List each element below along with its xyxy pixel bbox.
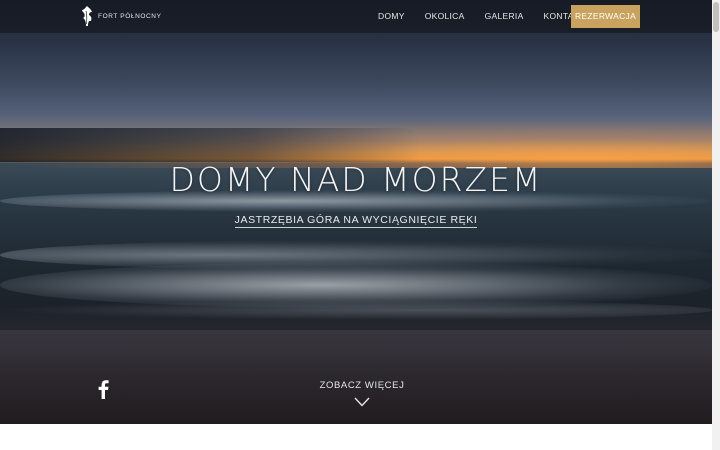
- beach-sand: [0, 330, 712, 424]
- logo-link[interactable]: FORT PÓŁNOCNY: [80, 5, 162, 27]
- logo-mark-icon: [82, 6, 92, 26]
- scrollbar-thumb[interactable]: [713, 2, 719, 32]
- logo-text: FORT PÓŁNOCNY: [98, 12, 162, 20]
- cloud-band: [0, 128, 420, 162]
- facebook-icon[interactable]: [96, 379, 110, 399]
- page: FORT PÓŁNOCNY DOMY OKOLICA GALERIA KONTA…: [0, 0, 720, 450]
- hero-subtitle-wrap: JASTRZĘBIA GÓRA NA WYCIĄGNIĘCIE RĘKI: [0, 208, 712, 228]
- hero-title: DOMY NAD MORZEM: [169, 160, 543, 199]
- scrollbar-track[interactable]: [712, 0, 720, 450]
- nav-item-domy[interactable]: DOMY: [368, 5, 415, 28]
- main-nav: DOMY OKOLICA GALERIA KONTAKT: [368, 5, 595, 28]
- see-more-label: ZOBACZ WIĘCEJ: [319, 380, 405, 391]
- nav-item-galeria[interactable]: GALERIA: [475, 5, 534, 28]
- reservation-button[interactable]: REZERWACJA: [571, 5, 640, 28]
- wave: [0, 300, 712, 320]
- top-navbar: FORT PÓŁNOCNY DOMY OKOLICA GALERIA KONTA…: [0, 0, 712, 33]
- hero-subtitle: JASTRZĘBIA GÓRA NA WYCIĄGNIĘCIE RĘKI: [234, 214, 478, 228]
- nav-item-okolica[interactable]: OKOLICA: [415, 5, 475, 28]
- chevron-down-icon: [354, 397, 370, 407]
- see-more-link[interactable]: ZOBACZ WIĘCEJ: [300, 380, 424, 407]
